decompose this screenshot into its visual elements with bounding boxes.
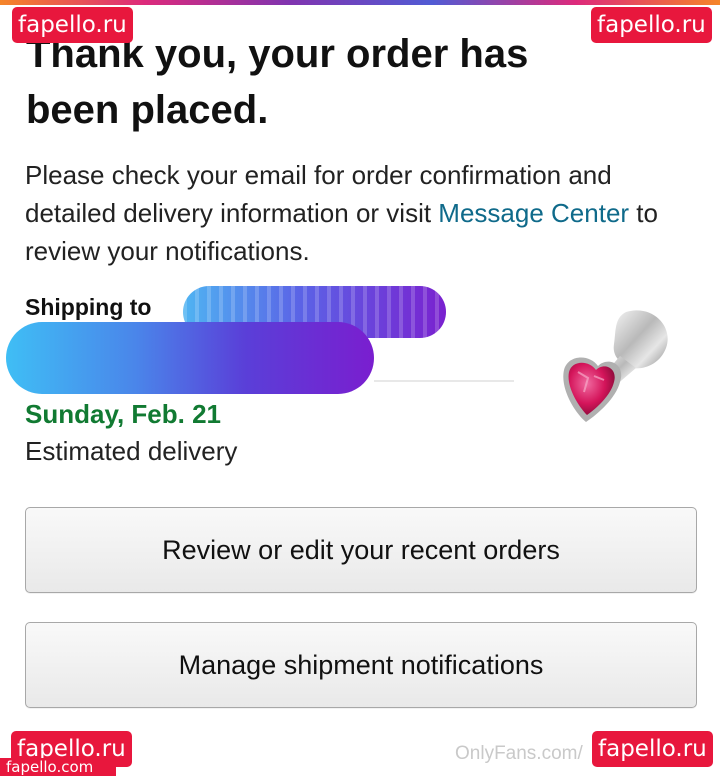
estimated-delivery-label: Estimated delivery	[25, 436, 238, 466]
delivery-date: Sunday, Feb. 21	[25, 399, 222, 429]
platform-watermark: OnlyFans.com/	[455, 743, 583, 764]
confirmation-message: Please check your email for order confir…	[25, 156, 705, 270]
product-thumbnail[interactable]	[554, 304, 694, 434]
heading-line-2: been placed.	[26, 88, 269, 132]
watermark-top-left: fapello.ru	[12, 7, 133, 43]
shipping-to-label: Shipping to	[25, 294, 152, 320]
watermark-bottom-right: fapello.ru	[592, 731, 713, 767]
top-gradient-bar	[0, 0, 720, 5]
manage-shipment-notifications-button[interactable]: Manage shipment notifications	[25, 622, 697, 708]
divider	[374, 380, 514, 382]
watermark-top-right: fapello.ru	[591, 7, 712, 43]
watermark-bottom-strip: fapello.com	[0, 758, 116, 776]
message-center-link[interactable]: Message Center	[438, 198, 629, 228]
review-orders-button[interactable]: Review or edit your recent orders	[25, 507, 697, 593]
redaction-scribble-address	[6, 322, 374, 394]
